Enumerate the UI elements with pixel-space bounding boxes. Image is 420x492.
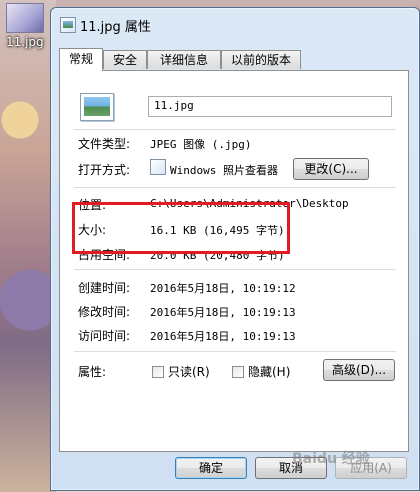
- divider: [74, 129, 396, 130]
- accessed-value: 2016年5月18日, 10:19:13: [150, 330, 296, 343]
- readonly-checkbox[interactable]: [152, 366, 164, 378]
- jpg-file-icon: [80, 93, 114, 121]
- window-title: 11.jpg 属性: [80, 20, 151, 35]
- attributes-label: 属性:: [78, 365, 107, 379]
- desktop-file-label[interactable]: 11.jpg: [6, 35, 44, 49]
- watermark: Baidu 经验: [292, 451, 370, 467]
- modified-value: 2016年5月18日, 10:19:13: [150, 306, 296, 319]
- size-label: 大小:: [78, 223, 107, 237]
- divider: [74, 269, 396, 270]
- properties-dialog: 11.jpg 属性 常规 安全 详细信息 以前的版本 11.jpg 文件类型: …: [50, 7, 420, 491]
- created-value: 2016年5月18日, 10:19:12: [150, 282, 296, 295]
- divider: [74, 187, 396, 188]
- hidden-label[interactable]: 隐藏(H): [248, 363, 290, 380]
- desktop-background: [0, 0, 56, 492]
- divider: [74, 351, 396, 352]
- size-on-disk-value: 20.0 KB (20,480 字节): [150, 249, 285, 262]
- readonly-label[interactable]: 只读(R): [168, 363, 210, 380]
- modified-label: 修改时间:: [78, 305, 131, 319]
- location-value: C:\Users\Administrator\Desktop: [150, 197, 349, 210]
- file-name-input[interactable]: 11.jpg: [148, 96, 392, 117]
- hidden-checkbox[interactable]: [232, 366, 244, 378]
- open-with-value: Windows 照片查看器: [170, 164, 278, 177]
- desktop-file-icon[interactable]: [6, 3, 44, 33]
- tab-general[interactable]: 常规: [59, 48, 103, 71]
- location-label: 位置:: [78, 198, 107, 212]
- title-bar[interactable]: 11.jpg 属性: [51, 8, 419, 40]
- file-type-value: JPEG 图像 (.jpg): [150, 138, 252, 151]
- size-on-disk-label: 占用空间:: [78, 248, 131, 262]
- image-file-icon: [60, 17, 76, 33]
- tab-security[interactable]: 安全: [103, 50, 147, 69]
- created-label: 创建时间:: [78, 281, 131, 295]
- change-button[interactable]: 更改(C)...: [293, 158, 369, 180]
- advanced-button[interactable]: 高级(D)...: [323, 359, 395, 381]
- file-type-label: 文件类型:: [78, 137, 131, 151]
- open-with-label: 打开方式:: [78, 163, 131, 177]
- accessed-label: 访问时间:: [78, 329, 131, 343]
- photo-viewer-icon: [150, 159, 166, 175]
- tab-details[interactable]: 详细信息: [147, 50, 221, 69]
- ok-button[interactable]: 确定: [175, 457, 247, 479]
- general-panel: 11.jpg 文件类型: JPEG 图像 (.jpg) 打开方式: Window…: [59, 70, 409, 452]
- size-value: 16.1 KB (16,495 字节): [150, 224, 285, 237]
- tab-previous-versions[interactable]: 以前的版本: [221, 50, 301, 69]
